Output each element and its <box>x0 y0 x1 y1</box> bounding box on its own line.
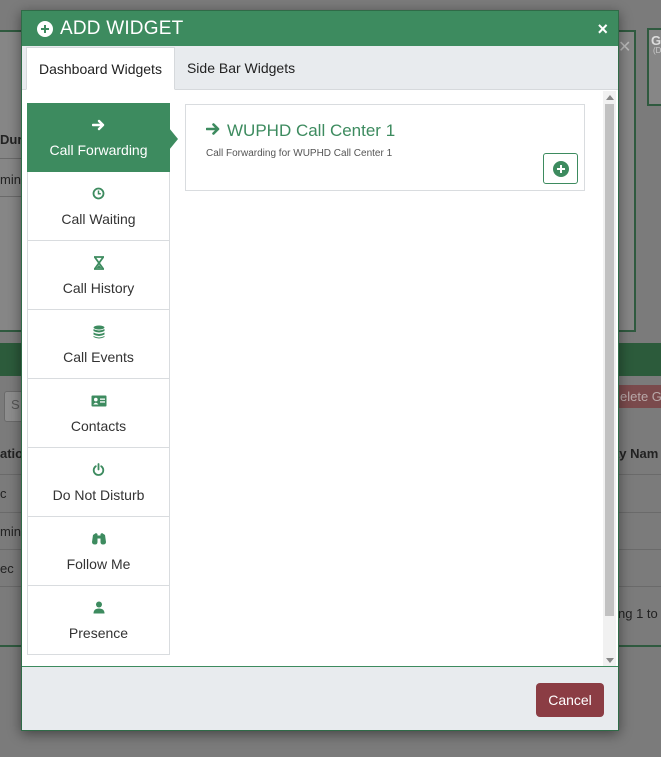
widget-description: Call Forwarding for WUPHD Call Center 1 <box>206 148 393 159</box>
category-label: Call Events <box>63 348 134 365</box>
widget-tabs: Dashboard Widgets Side Bar Widgets <box>22 46 618 90</box>
background-divider <box>0 158 21 159</box>
cancel-button[interactable]: Cancel <box>536 683 604 717</box>
category-call-waiting[interactable]: Call Waiting <box>27 172 170 241</box>
widget-title-text: WUPHD Call Center 1 <box>227 121 396 140</box>
user-icon <box>93 600 105 616</box>
category-follow-me[interactable]: Follow Me <box>27 517 170 586</box>
tab-side-bar-widgets[interactable]: Side Bar Widgets <box>175 47 307 89</box>
plus-circle-icon <box>552 160 569 177</box>
modal-title: ADD WIDGET <box>37 18 183 40</box>
binoculars-icon <box>91 531 107 547</box>
id-card-icon <box>91 393 107 409</box>
category-contacts[interactable]: Contacts <box>27 379 170 448</box>
scroll-up-arrow-icon[interactable] <box>606 95 614 100</box>
plus-circle-icon <box>37 20 53 37</box>
power-icon <box>92 462 105 478</box>
modal-header: ADD WIDGET × <box>22 11 618 46</box>
tab-dashboard-widgets[interactable]: Dashboard Widgets <box>26 47 175 90</box>
category-label: Call History <box>62 279 135 296</box>
category-call-history[interactable]: Call History <box>27 241 170 310</box>
category-label: Presence <box>68 624 129 641</box>
category-call-events[interactable]: Call Events <box>27 310 170 379</box>
widget-title: WUPHD Call Center 1 <box>205 121 564 141</box>
add-widget-button[interactable] <box>543 153 578 184</box>
category-label: Do Not Disturb <box>52 486 145 503</box>
modal-title-text: ADD WIDGET <box>60 17 184 39</box>
category-do-not-disturb[interactable]: Do Not Disturb <box>27 448 170 517</box>
arrow-right-icon <box>205 121 221 141</box>
background-row-c: c <box>0 486 7 501</box>
background-delete-button: elete Gr <box>612 385 661 408</box>
modal-body: Call Forwarding Call Waiting Call Histor… <box>22 91 618 667</box>
category-label: Follow Me <box>66 555 131 572</box>
database-icon <box>93 324 105 340</box>
clock-icon <box>92 186 105 202</box>
category-label: Call Waiting <box>61 210 136 227</box>
scroll-thumb[interactable] <box>605 104 614 616</box>
background-close-icon: ✕ <box>618 39 632 56</box>
modal-footer: Cancel <box>22 666 618 730</box>
add-widget-modal: ADD WIDGET × Dashboard Widgets Side Bar … <box>21 10 619 731</box>
widget-card: WUPHD Call Center 1 Call Forwarding for … <box>185 104 585 191</box>
background-side-sub: (D <box>653 46 661 55</box>
close-button[interactable]: × <box>597 20 608 38</box>
background-row-ec: ec <box>0 561 14 576</box>
category-label: Call Forwarding <box>49 142 148 158</box>
category-label: Contacts <box>70 417 127 434</box>
category-call-forwarding[interactable]: Call Forwarding <box>27 103 178 172</box>
scroll-down-arrow-icon[interactable] <box>606 658 614 663</box>
background-divider <box>0 196 21 197</box>
category-presence[interactable]: Presence <box>27 586 170 655</box>
background-paging: ng 1 to <box>618 606 658 621</box>
arrow-right-icon <box>91 117 106 133</box>
modal-scrollbar[interactable] <box>603 91 616 667</box>
hourglass-icon <box>93 255 105 271</box>
widget-category-list: Call Forwarding Call Waiting Call Histor… <box>27 103 178 655</box>
